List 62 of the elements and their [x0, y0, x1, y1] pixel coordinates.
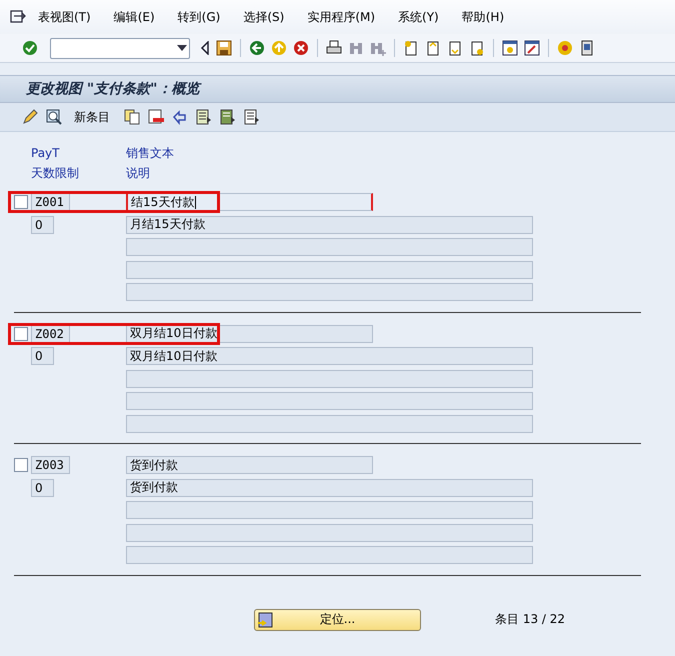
payment-term-field[interactable]: Z003	[31, 456, 70, 474]
description-field[interactable]	[126, 392, 533, 410]
delete-row-icon[interactable]	[148, 109, 164, 125]
monitor-icon[interactable]	[579, 40, 595, 56]
back-icon[interactable]	[249, 40, 265, 56]
menu-item[interactable]: 表视图(T)	[38, 8, 91, 26]
day-limit-field[interactable]: 0	[31, 347, 54, 366]
save-icon[interactable]	[216, 40, 232, 56]
check-icon[interactable]	[22, 40, 38, 56]
description-field[interactable]	[126, 283, 533, 302]
sales-text-field[interactable]: 结15天付款	[126, 193, 373, 212]
undo-icon[interactable]	[172, 109, 188, 125]
print-icon[interactable]	[326, 40, 342, 56]
column-header: 说明	[126, 166, 151, 181]
description-field[interactable]: 双月结10日付款	[126, 347, 533, 366]
description-field[interactable]	[126, 414, 533, 433]
description-field[interactable]	[126, 501, 533, 520]
deselect-icon[interactable]	[244, 109, 260, 125]
select-block-icon[interactable]	[220, 109, 236, 125]
screen-title: 更改视图 "支付条款"：概览	[26, 80, 200, 98]
day-limit-field[interactable]: 0	[31, 216, 54, 234]
description-field[interactable]	[126, 238, 533, 256]
description-field[interactable]	[126, 260, 533, 279]
position-button[interactable]: 定位...	[254, 608, 421, 630]
cancel-icon[interactable]	[293, 40, 309, 56]
window-icon[interactable]	[502, 40, 518, 56]
row-checkbox[interactable]	[14, 458, 28, 472]
column-header: 天数限制	[31, 166, 80, 181]
page-icon[interactable]	[425, 40, 441, 56]
menu-item[interactable]: 帮助(H)	[462, 8, 504, 26]
triangle-icon[interactable]	[200, 41, 210, 55]
page-icon[interactable]	[447, 40, 463, 56]
column-header: 销售文本	[126, 146, 175, 161]
magnifier-icon[interactable]	[46, 109, 62, 125]
description-field[interactable]	[126, 524, 533, 542]
column-header: PayT	[31, 146, 60, 161]
page-icon[interactable]	[469, 40, 485, 56]
menu-item[interactable]: 编辑(E)	[114, 8, 155, 26]
day-limit-field[interactable]: 0	[31, 478, 54, 497]
window-icon[interactable]	[524, 40, 540, 56]
position-icon	[257, 612, 273, 628]
page-icon[interactable]	[403, 40, 419, 56]
description-field[interactable]: 月结15天付款	[126, 216, 533, 234]
dropdown-icon[interactable]	[177, 45, 187, 51]
sales-text-field[interactable]: 双月结10日付款	[126, 324, 373, 343]
command-field[interactable]	[50, 38, 190, 58]
row-checkbox[interactable]	[14, 195, 28, 210]
menu-item[interactable]: 选择(S)	[243, 8, 284, 26]
description-field[interactable]	[126, 370, 533, 388]
copy-icon[interactable]	[124, 109, 140, 125]
sales-text-field[interactable]: 货到付款	[126, 456, 373, 474]
new-entries-button[interactable]: 新条目	[70, 108, 116, 126]
menu-item[interactable]: 转到(G)	[178, 8, 220, 26]
select-all-icon[interactable]	[196, 109, 212, 125]
description-field[interactable]: 货到付款	[126, 478, 533, 497]
menu-item[interactable]: 系统(Y)	[398, 8, 439, 26]
row-checkbox[interactable]	[14, 326, 28, 341]
entry-count: 条目 13 / 22	[495, 611, 566, 628]
pencil-icon[interactable]	[22, 109, 38, 125]
menu-icon[interactable]	[10, 10, 26, 24]
menu-item[interactable]: 实用程序(M)	[307, 8, 376, 26]
description-field[interactable]	[126, 546, 533, 564]
